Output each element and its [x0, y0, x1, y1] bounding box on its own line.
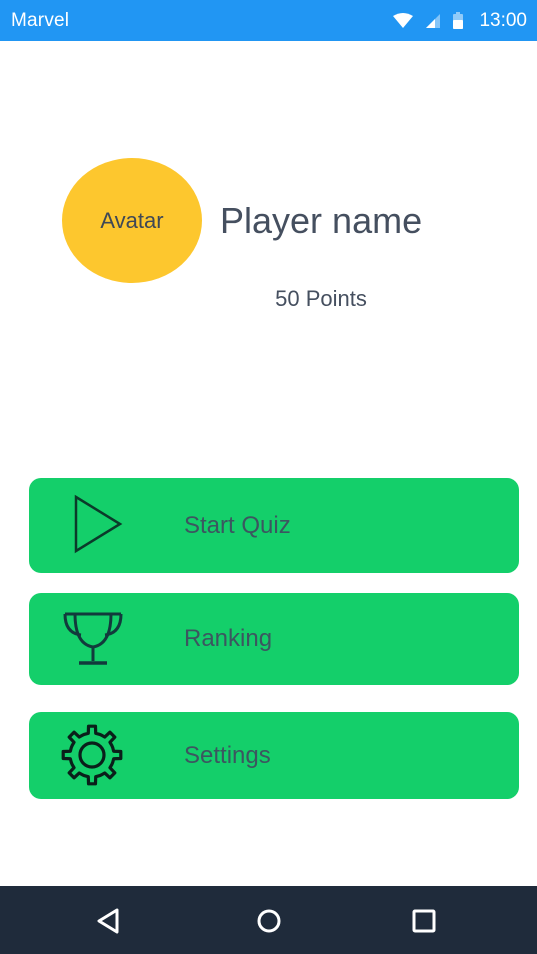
points-label: 50 Points: [275, 286, 367, 311]
settings-button[interactable]: Settings: [29, 712, 519, 799]
status-indicators: 13:00: [393, 0, 527, 41]
play-icon: [73, 494, 125, 554]
recents-icon[interactable]: [409, 906, 439, 936]
ranking-button[interactable]: Ranking: [29, 593, 519, 685]
wifi-icon: [393, 12, 414, 29]
start-quiz-label: Start Quiz: [184, 511, 291, 539]
navigation-bar: [0, 886, 537, 954]
home-icon[interactable]: [254, 906, 284, 936]
avatar-label: Avatar: [100, 207, 164, 233]
player-name: Player name: [220, 200, 423, 241]
trophy-icon: [61, 611, 125, 667]
signal-icon: [425, 13, 441, 29]
status-time: 13:00: [479, 9, 527, 31]
settings-label: Settings: [184, 741, 271, 769]
status-bar: Marvel 13:00: [0, 0, 537, 41]
battery-icon: [453, 12, 464, 29]
start-quiz-button[interactable]: Start Quiz: [29, 478, 519, 573]
avatar[interactable]: Avatar: [62, 158, 202, 283]
screen: Marvel 13:00 Avatar Player name 50 Point…: [0, 0, 537, 954]
gear-icon: [59, 722, 125, 788]
status-app-name: Marvel: [11, 9, 70, 31]
back-icon[interactable]: [93, 906, 123, 936]
ranking-label: Ranking: [184, 625, 273, 652]
